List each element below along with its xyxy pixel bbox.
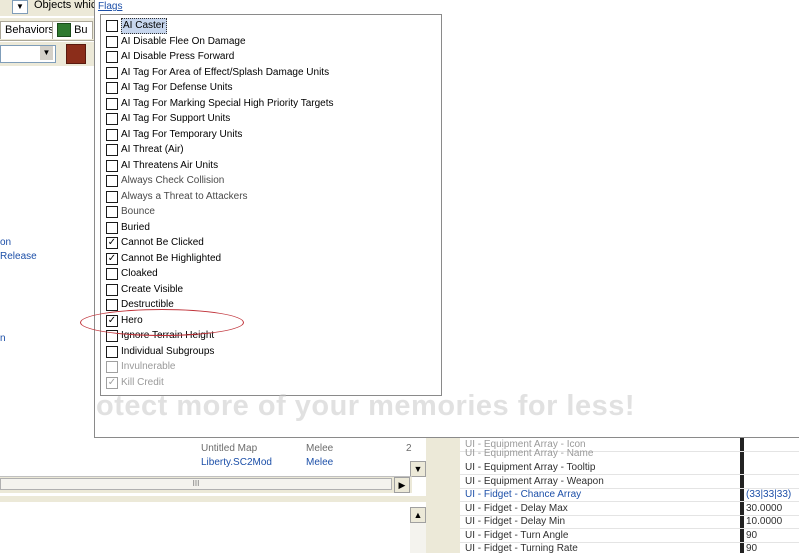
- annotation-circle: [80, 309, 244, 336]
- chevron-down-icon[interactable]: ▼: [40, 46, 53, 60]
- flag-label: AI Tag For Defense Units: [121, 82, 233, 93]
- checkbox-unchecked[interactable]: [106, 268, 118, 280]
- flag-label: Create Visible: [121, 284, 184, 295]
- tab-buttons-label: Bu: [74, 24, 88, 36]
- checkbox-unchecked[interactable]: [106, 222, 118, 234]
- tree-item[interactable]: Release: [0, 251, 37, 262]
- flag-label: AI Threat (Air): [121, 144, 184, 155]
- property-name[interactable]: UI - Fidget - Chance Array: [460, 488, 740, 501]
- flag-label: AI Disable Press Forward: [121, 51, 235, 62]
- pane-divider[interactable]: [426, 438, 440, 553]
- list-item-extra: 2: [406, 443, 412, 454]
- flag-label: Buried: [121, 222, 150, 233]
- checkbox-unchecked[interactable]: [106, 51, 118, 63]
- checkbox-unchecked[interactable]: [106, 299, 118, 311]
- tab-button-icon: [57, 23, 71, 38]
- flag-label: AI Tag For Temporary Units: [121, 129, 243, 140]
- tree-item[interactable]: on: [0, 237, 11, 248]
- checkbox-unchecked[interactable]: [106, 206, 118, 218]
- property-name[interactable]: UI - Equipment Array - Tooltip: [460, 461, 740, 474]
- tab-behaviors[interactable]: Behaviors: [0, 21, 59, 39]
- list-item-name[interactable]: Liberty.SC2Mod: [201, 457, 272, 468]
- checkbox-unchecked[interactable]: [106, 191, 118, 203]
- checkbox-unchecked[interactable]: [106, 346, 118, 358]
- chevron-down-icon[interactable]: ▼: [12, 0, 28, 14]
- list-item-type: Melee: [306, 443, 334, 454]
- checkbox-checked: ✓: [106, 377, 118, 389]
- checkbox-unchecked[interactable]: [106, 36, 118, 48]
- flag-label: Kill Credit: [121, 377, 164, 388]
- property-name[interactable]: UI - Fidget - Delay Min: [460, 515, 740, 528]
- checkbox-unchecked[interactable]: [106, 113, 118, 125]
- property-value[interactable]: 90: [746, 542, 757, 555]
- property-value[interactable]: 30.0000: [746, 502, 782, 515]
- checkbox-unchecked[interactable]: [106, 175, 118, 187]
- checkbox-unchecked[interactable]: [106, 20, 118, 32]
- checkbox-checked[interactable]: ✓: [106, 237, 118, 249]
- tab-buttons[interactable]: Bu: [52, 21, 93, 39]
- details-panel: [0, 502, 412, 553]
- flag-label: AI Tag For Area of Effect/Splash Damage …: [121, 67, 330, 78]
- list-item-name[interactable]: Untitled Map: [201, 443, 257, 454]
- flag-label: Invulnerable: [121, 361, 176, 372]
- scroll-up-button[interactable]: ▲: [410, 507, 426, 523]
- scroll-right-button[interactable]: ▶: [394, 477, 410, 493]
- checkbox-unchecked[interactable]: [106, 82, 118, 94]
- checkbox-unchecked[interactable]: [106, 129, 118, 141]
- scroll-down-button[interactable]: ▼: [410, 461, 426, 477]
- checkbox-unchecked[interactable]: [106, 98, 118, 110]
- property-name[interactable]: UI - Equipment Array - Weapon: [460, 475, 740, 488]
- flag-label: AI Threatens Air Units: [121, 160, 219, 171]
- list-item-type: Melee: [306, 457, 334, 468]
- checkbox-unchecked[interactable]: [106, 284, 118, 296]
- checkbox-unchecked[interactable]: [106, 67, 118, 79]
- property-name[interactable]: UI - Fidget - Delay Max: [460, 502, 740, 515]
- property-value[interactable]: 90: [746, 529, 757, 542]
- flag-label: Cloaked: [121, 268, 158, 279]
- property-value[interactable]: (33|33|33): [746, 488, 791, 501]
- checkbox-checked[interactable]: ✓: [106, 253, 118, 265]
- flag-label: Individual Subgroups: [121, 346, 215, 357]
- checkbox-unchecked[interactable]: [106, 160, 118, 172]
- grid-view-icon[interactable]: [66, 44, 86, 64]
- scroll-thumb[interactable]: III: [0, 478, 392, 490]
- flag-label: Always a Threat to Attackers: [121, 191, 248, 202]
- column-separator[interactable]: [740, 438, 744, 553]
- tree-item[interactable]: n: [0, 333, 6, 344]
- tab-behaviors-label: Behaviors: [5, 24, 54, 36]
- watermark-text: otect more of your memories for less!: [96, 390, 636, 422]
- property-grid-gutter: [440, 438, 460, 553]
- flag-label: AI Tag For Support Units: [121, 113, 231, 124]
- property-name[interactable]: UI - Fidget - Turn Angle: [460, 529, 740, 542]
- property-name[interactable]: UI - Equipment Array - Name: [460, 447, 740, 460]
- property-name[interactable]: UI - Fidget - Turning Rate: [460, 542, 740, 555]
- flag-label: Bounce: [121, 206, 155, 217]
- flag-label: Cannot Be Highlighted: [121, 253, 222, 264]
- objects-filter-label: Objects whic: [34, 0, 97, 11]
- popup-title[interactable]: Flags: [98, 1, 122, 12]
- flag-label: AI Caster: [121, 18, 167, 34]
- flag-label: AI Tag For Marking Special High Priority…: [121, 98, 334, 109]
- flag-label: Cannot Be Clicked: [121, 237, 204, 248]
- checkbox-unchecked: [106, 361, 118, 373]
- flag-label: Always Check Collision: [121, 175, 225, 186]
- flag-label: AI Disable Flee On Damage: [121, 36, 246, 47]
- property-value[interactable]: 10.0000: [746, 515, 782, 528]
- checkbox-unchecked[interactable]: [106, 144, 118, 156]
